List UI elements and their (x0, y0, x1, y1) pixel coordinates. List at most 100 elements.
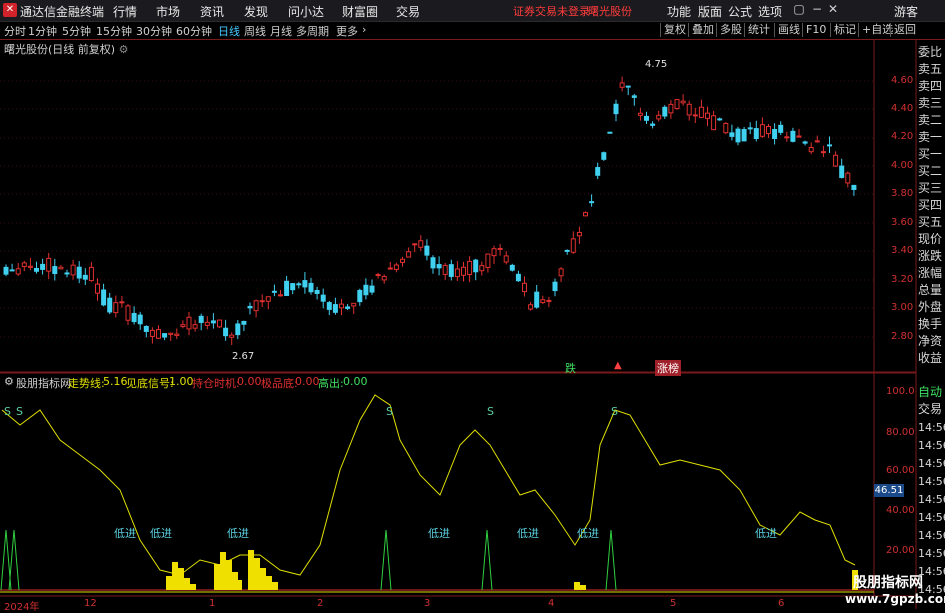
candle-body (15, 268, 21, 275)
candle-body (570, 238, 576, 253)
candle-body (723, 122, 729, 134)
high-price-label: 4.75 (645, 59, 668, 70)
trend-line (1, 394, 856, 576)
signal-bar (172, 562, 178, 590)
candle-body (814, 140, 820, 143)
low-in-label: 低进 (114, 527, 136, 540)
candle-body (845, 172, 851, 184)
sell-signal: S (487, 405, 494, 418)
candle-body (229, 334, 235, 338)
candle-body (247, 305, 253, 309)
candle-body (692, 114, 698, 117)
auto-label[interactable]: 自动 (918, 384, 945, 401)
x-axis-label: 5 (670, 598, 677, 609)
candle-body (442, 264, 448, 275)
candle-body (705, 112, 710, 119)
signal-bar (184, 578, 190, 590)
candle-body (95, 283, 100, 294)
candle-body (70, 264, 76, 276)
low-in-label: 低进 (227, 527, 249, 540)
rise-list-badge[interactable]: 涨榜 (655, 360, 681, 376)
candle-body (21, 262, 27, 268)
x-axis-label: 3 (424, 598, 431, 609)
candle-body (113, 302, 119, 314)
candle-body (430, 257, 436, 269)
signal-bar (166, 576, 172, 590)
candle-body (552, 281, 558, 292)
kline-chart[interactable] (0, 0, 945, 609)
quote-label: 买四 (918, 198, 943, 212)
tick-time: 14:56 (918, 457, 945, 470)
indicator-y-tick: 80.00 (886, 427, 915, 438)
candle-body (204, 321, 210, 326)
y-tick: 3.40 (891, 245, 914, 256)
candle-body (9, 269, 15, 272)
indicator-name[interactable]: 股朋指标网 (16, 375, 71, 391)
trade-label[interactable]: 交易 (918, 401, 945, 418)
candle-body (3, 266, 9, 275)
candle-body (827, 144, 832, 147)
candle-body (180, 324, 186, 328)
sell-signal: S (386, 405, 393, 418)
quote-label: 现价 (918, 232, 943, 246)
candle-body (387, 267, 393, 270)
bottom-signal-label: 见底信号: (126, 377, 174, 390)
candle-body (497, 247, 503, 250)
candle-body (540, 299, 546, 304)
candle-body (253, 300, 259, 312)
watermark-title: 股朋指标网 (853, 575, 923, 591)
candle-body (101, 289, 107, 306)
candle-body (753, 128, 759, 140)
candle-body (198, 315, 204, 323)
auto-trade-panel: 自动 交易 (918, 384, 945, 418)
candle-body (644, 115, 649, 121)
low-price-label: 2.67 (232, 351, 255, 362)
candle-body (76, 266, 82, 279)
candle-body (381, 275, 387, 281)
signal-bar (580, 585, 586, 590)
signal-bar (190, 584, 196, 590)
candle-body (741, 129, 747, 142)
trend-value: 5.16 (103, 375, 128, 388)
trend-label: 走势线: (68, 377, 105, 390)
x-axis-label: 2024年 (4, 602, 40, 613)
candle-body (34, 267, 39, 272)
tick-time: 14:56 (918, 547, 945, 560)
signal-bar (266, 576, 272, 590)
candle-body (454, 268, 460, 278)
candle-body (418, 240, 424, 248)
candle-body (473, 259, 479, 273)
quote-label: 净资 (918, 334, 943, 348)
candle-body (522, 282, 527, 293)
candle-body (515, 273, 521, 282)
candle-body (534, 291, 540, 308)
candle-body (589, 201, 595, 204)
tick-time: 14:56 (918, 511, 945, 524)
high-out-label: 高出: (318, 377, 344, 390)
candle-body (784, 136, 790, 139)
candle-body (265, 296, 271, 302)
candle-body (759, 124, 765, 137)
candle-body (412, 243, 418, 246)
candle-body (747, 127, 753, 130)
low-in-label: 低进 (428, 527, 450, 540)
indicator-settings-icon[interactable]: ⚙ (4, 375, 14, 388)
y-tick: 3.60 (891, 217, 914, 228)
candle-body (314, 290, 320, 294)
candle-body (680, 100, 686, 104)
candle-body (302, 280, 308, 288)
signal-spike (380, 529, 392, 591)
fall-mark[interactable]: 跌 (565, 360, 576, 376)
candle-body (217, 319, 222, 328)
candle-body (735, 128, 741, 143)
candle-body (82, 274, 88, 280)
candle-body (125, 305, 131, 321)
low-in-label: 低进 (755, 527, 777, 540)
candle-body (210, 320, 216, 324)
candle-body (131, 312, 137, 323)
quote-label: 买二 (918, 164, 943, 178)
candle-body (363, 284, 369, 296)
candle-body (375, 274, 381, 277)
candle-body (778, 124, 784, 133)
candle-body (351, 302, 357, 307)
